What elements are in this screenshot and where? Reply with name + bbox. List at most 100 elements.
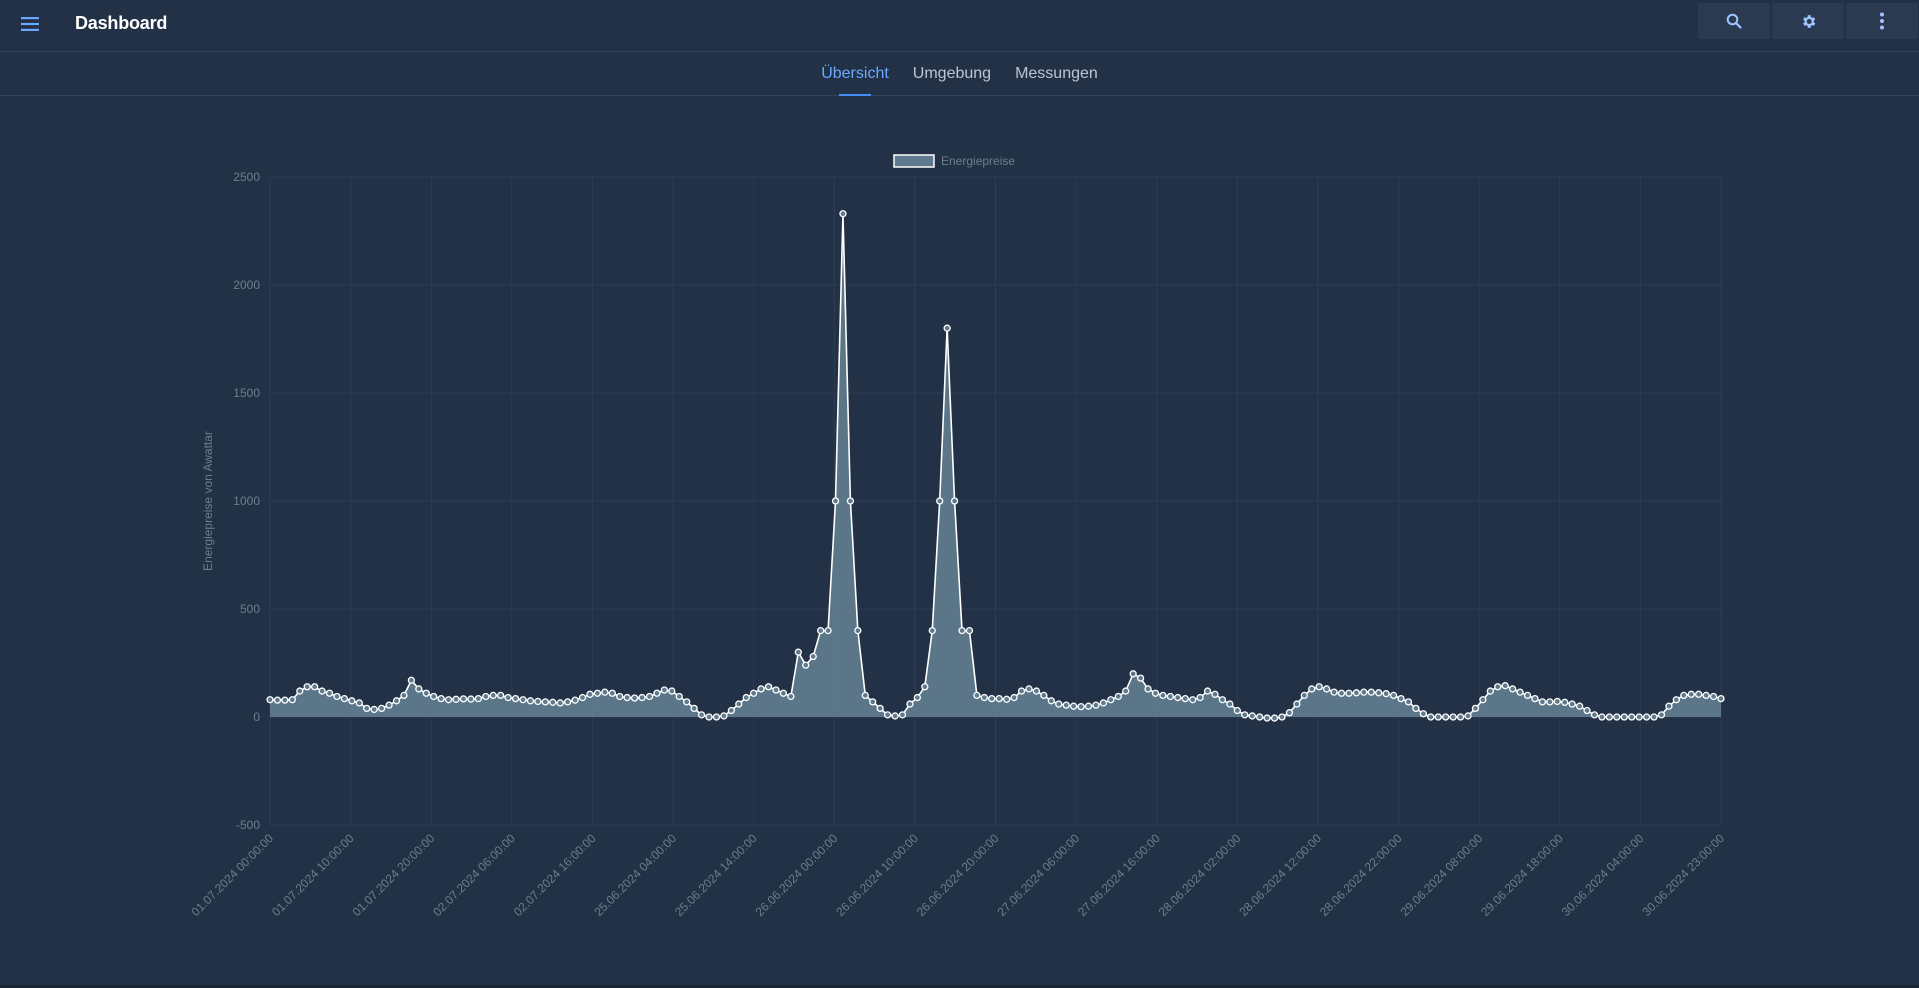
data-point: [824, 626, 832, 635]
data-point: [1025, 685, 1033, 693]
data-point: [712, 713, 721, 721]
data-point: [1322, 685, 1331, 693]
data-point: [1509, 685, 1517, 693]
data-point: [526, 697, 535, 705]
data-point: [281, 696, 289, 704]
data-point: [1010, 693, 1018, 702]
data-point: [839, 210, 847, 218]
data-point: [1151, 689, 1160, 697]
data-point: [1181, 694, 1189, 703]
data-point: [1471, 704, 1480, 713]
data-point: [1605, 713, 1614, 721]
data-point: [1479, 696, 1487, 704]
data-point: [816, 626, 825, 635]
search-icon: [1726, 13, 1742, 29]
tab-messungen[interactable]: Messungen: [1015, 52, 1098, 95]
legend-label: Energiepreise: [941, 154, 1015, 168]
data-point: [310, 683, 319, 691]
data-point: [541, 698, 549, 706]
data-point: [1538, 698, 1547, 706]
data-point: [936, 497, 944, 505]
data-point: [727, 706, 735, 715]
x-tick-label: 01.07.2024 20:00:00: [350, 831, 438, 919]
data-point: [630, 694, 639, 702]
tab-bar: Übersicht Umgebung Messungen: [0, 52, 1919, 96]
data-point: [675, 692, 683, 701]
data-point: [1635, 713, 1643, 721]
data-point: [415, 685, 423, 693]
data-point: [1300, 691, 1308, 700]
data-point: [504, 693, 512, 702]
data-point: [1583, 706, 1591, 715]
menu-icon: [21, 17, 39, 31]
data-point: [1337, 689, 1346, 697]
data-point: [921, 683, 929, 691]
more-button[interactable]: [1846, 3, 1918, 39]
data-point: [1687, 690, 1695, 698]
menu-button[interactable]: [14, 9, 46, 39]
data-point: [660, 686, 669, 694]
data-point: [1315, 683, 1323, 691]
data-point: [1434, 713, 1442, 721]
data-point: [764, 683, 773, 691]
data-point: [459, 695, 468, 703]
data-point: [1352, 689, 1361, 697]
tab-uebersicht[interactable]: Übersicht: [821, 52, 889, 95]
data-point: [511, 694, 520, 703]
data-point: [377, 704, 386, 713]
data-point: [891, 712, 899, 720]
y-tick-label: 2500: [233, 170, 260, 184]
data-point: [497, 691, 505, 700]
data-point: [1717, 694, 1725, 703]
y-axis-label: Energiepreise von Awattar: [201, 431, 215, 571]
data-point: [1375, 689, 1383, 697]
data-point: [1553, 697, 1561, 706]
data-point: [1516, 688, 1524, 696]
data-point: [1523, 691, 1532, 700]
x-tick-label: 27.06.2024 16:00:00: [1075, 831, 1163, 919]
data-point: [645, 692, 654, 701]
data-point: [1613, 713, 1621, 721]
data-point: [578, 693, 587, 702]
data-point: [1546, 698, 1554, 706]
data-point: [1575, 702, 1584, 710]
tab-umgebung[interactable]: Umgebung: [913, 52, 991, 95]
data-point: [668, 687, 676, 695]
data-point: [1263, 714, 1271, 722]
data-point: [1092, 701, 1100, 709]
data-point: [697, 711, 706, 719]
x-tick-label: 28.06.2024 12:00:00: [1236, 831, 1324, 919]
data-point: [519, 696, 527, 704]
data-point: [1003, 695, 1011, 703]
data-point: [1293, 700, 1301, 708]
y-tick-label: 2000: [233, 278, 260, 292]
data-point: [1642, 713, 1651, 721]
y-tick-label: 1500: [233, 386, 260, 400]
data-point: [1174, 693, 1182, 702]
data-point: [1345, 689, 1353, 697]
data-point: [1695, 690, 1703, 698]
data-point: [1590, 711, 1599, 719]
data-point: [1382, 690, 1390, 698]
data-point: [950, 497, 959, 505]
settings-button[interactable]: [1772, 3, 1844, 39]
data-point: [1598, 713, 1606, 721]
data-point: [1040, 691, 1048, 700]
data-point: [683, 698, 691, 706]
data-point: [1404, 698, 1413, 706]
data-point: [1017, 687, 1026, 695]
data-point: [593, 689, 602, 697]
data-point: [571, 696, 579, 704]
data-point: [1672, 696, 1680, 704]
data-point: [988, 694, 996, 703]
x-tick-label: 28.06.2024 22:00:00: [1317, 831, 1405, 919]
data-point: [705, 713, 713, 721]
data-point: [943, 324, 951, 332]
data-point: [467, 695, 475, 703]
search-button[interactable]: [1698, 3, 1770, 39]
data-point: [452, 695, 460, 703]
data-point: [1159, 691, 1167, 700]
data-point: [1069, 702, 1078, 710]
data-point: [854, 626, 862, 635]
data-point: [1494, 683, 1502, 691]
